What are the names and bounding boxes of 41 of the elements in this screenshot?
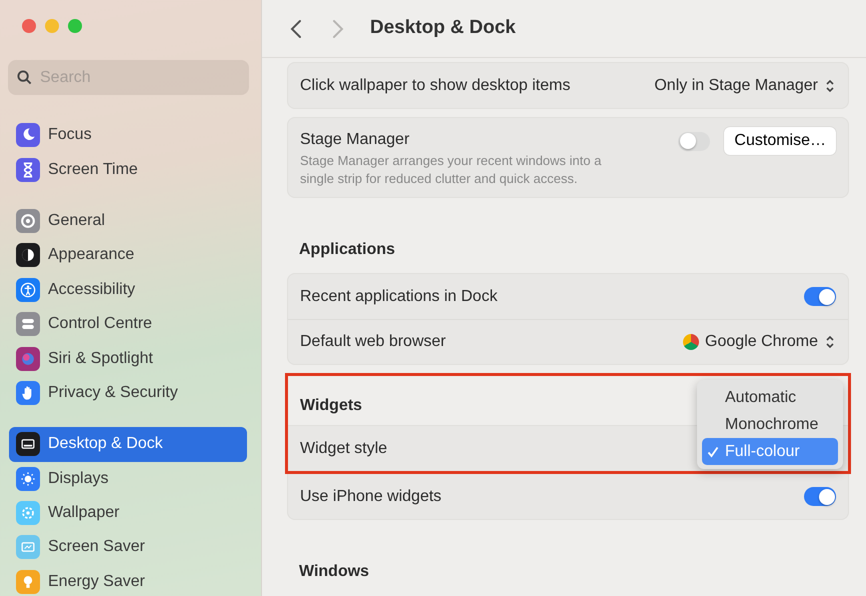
setting-label: Click wallpaper to show desktop items [300, 76, 570, 96]
browser-icon [683, 334, 700, 350]
sidebar-item[interactable]: Privacy & Security [9, 376, 247, 410]
sidebar-item[interactable]: General [9, 204, 247, 238]
sidebar-item[interactable]: Focus [9, 118, 247, 152]
updown-chevron-icon [824, 78, 836, 94]
window-title: Desktop & Dock [370, 17, 516, 40]
section-heading: Widgets [299, 396, 364, 416]
sidebar-item[interactable]: Displays [9, 462, 247, 496]
updown-chevron-icon [824, 334, 836, 350]
close-icon[interactable] [22, 19, 36, 33]
sidebar-item[interactable]: Desktop & Dock [9, 427, 247, 462]
toggle-switch[interactable] [804, 487, 836, 506]
toggle-switch[interactable] [804, 287, 836, 306]
customise-button[interactable]: Customise… [724, 127, 836, 155]
sidebar-item[interactable]: Wallpaper [9, 496, 247, 530]
zoom-icon[interactable] [68, 19, 82, 33]
section-heading: Applications [298, 240, 396, 260]
sidebar-item[interactable]: Siri & Spotlight [9, 341, 247, 376]
section-heading: Windows [298, 562, 370, 582]
sidebar-item[interactable]: Accessibility [9, 272, 247, 307]
popup-button[interactable]: Google Chrome [683, 330, 836, 354]
menu-item[interactable]: Automatic [702, 384, 838, 412]
sidebar-item[interactable]: Control Centre [9, 306, 247, 342]
search-icon [17, 70, 32, 85]
sidebar-item[interactable]: Appearance [9, 238, 247, 273]
setting-label: Widget style [300, 438, 388, 459]
toggle-switch[interactable] [678, 132, 710, 150]
setting-label: Stage Manager [300, 130, 410, 150]
setting-label: Use iPhone widgets [300, 486, 442, 507]
setting-label: Default web browser [300, 332, 446, 352]
setting-label: Recent applications in Dock [300, 286, 498, 307]
checkmark-icon [707, 446, 719, 458]
setting-description: Stage Manager arranges your recent windows into a single strip for reduced clutter and quick access. [300, 152, 602, 188]
menu-item[interactable]: Monochrome [702, 411, 838, 438]
back-icon[interactable] [290, 18, 302, 38]
minimize-icon[interactable] [45, 19, 59, 33]
popup-button[interactable]: Only in Stage Manager [654, 74, 836, 98]
sidebar-item[interactable]: Screen Time [9, 152, 247, 187]
sidebar-item[interactable]: Energy Saver [9, 564, 247, 596]
sidebar-item[interactable]: Screen Saver [9, 530, 247, 565]
